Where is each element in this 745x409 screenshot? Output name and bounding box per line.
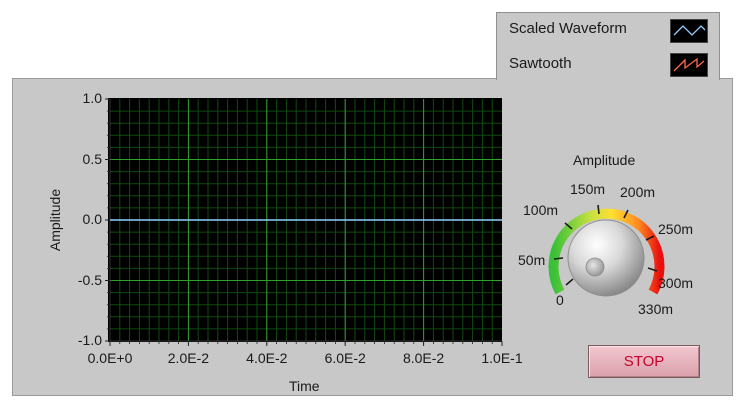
knob-label-50m: 50m — [518, 252, 546, 268]
knob-indicator — [585, 257, 605, 277]
stop-button[interactable]: STOP — [588, 345, 700, 378]
knob-label-100m: 100m — [523, 202, 559, 218]
knob-label-250m: 250m — [658, 221, 694, 237]
knob-label-330m: 330m — [638, 301, 674, 317]
knob-body[interactable] — [567, 219, 645, 297]
knob-label-300m: 300m — [658, 275, 694, 291]
knob-label-150m: 150m — [570, 181, 606, 197]
knob-label-0: 0 — [556, 292, 564, 308]
knob-label-200m: 200m — [620, 184, 656, 200]
